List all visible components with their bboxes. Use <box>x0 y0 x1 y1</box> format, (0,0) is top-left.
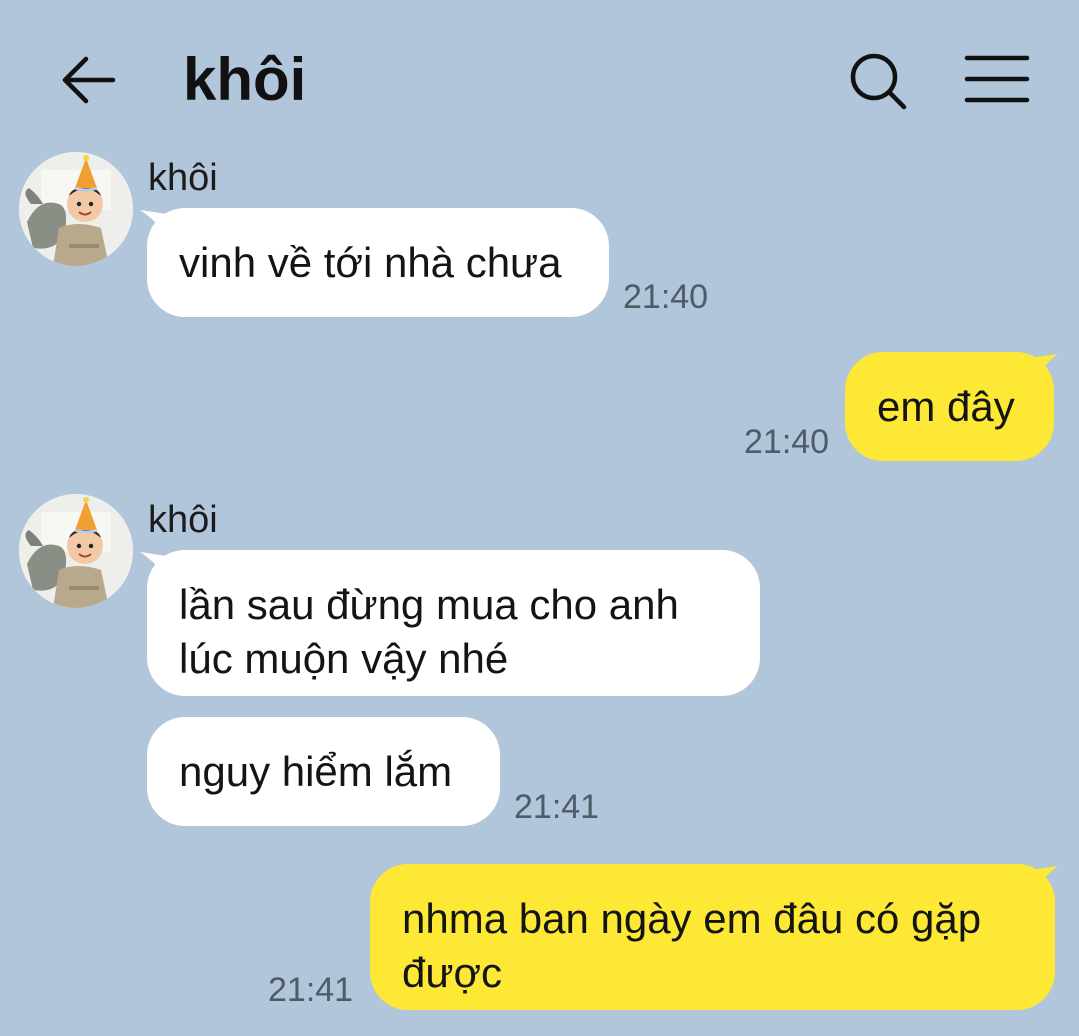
message-text-line: lúc muộn vậy nhé <box>179 635 509 682</box>
message-bubble-outgoing[interactable]: nhma ban ngày em đâu có gặp được <box>370 864 1055 1010</box>
message-timestamp: 21:40 <box>623 278 709 316</box>
avatar-photo-icon <box>19 152 133 266</box>
back-button[interactable] <box>58 50 118 110</box>
message-bubble-incoming[interactable]: nguy hiểm lắm <box>147 717 500 826</box>
message-text: em đây <box>877 383 1015 430</box>
message-timestamp: 21:41 <box>514 788 600 826</box>
back-arrow-icon <box>62 56 116 104</box>
sender-avatar[interactable] <box>19 494 133 608</box>
chat-title: khôi <box>183 46 307 113</box>
sender-name: khôi <box>148 499 218 541</box>
message-text-line: nhma ban ngày em đâu có gặp <box>402 895 982 942</box>
sender-avatar[interactable] <box>19 152 133 266</box>
avatar-photo-icon <box>19 494 133 608</box>
message-bubble-incoming[interactable]: vinh về tới nhà chưa <box>147 208 609 317</box>
message-text: nguy hiểm lắm <box>179 748 453 795</box>
message-text-line: được <box>402 949 503 996</box>
message-text: vinh về tới nhà chưa <box>179 239 562 286</box>
hamburger-menu-icon <box>964 55 1030 103</box>
message-text-line: lần sau đừng mua cho anh <box>179 581 679 628</box>
message-timestamp: 21:41 <box>268 971 354 1009</box>
bubble-tail <box>1030 354 1058 380</box>
search-icon <box>850 53 907 110</box>
message-bubble-outgoing[interactable]: em đây <box>845 352 1054 461</box>
chat-header: khôi <box>0 0 1079 160</box>
message-timestamp: 21:40 <box>744 423 830 461</box>
message-bubble-incoming[interactable]: lần sau đừng mua cho anh lúc muộn vậy nh… <box>147 550 760 696</box>
sender-name: khôi <box>148 157 218 199</box>
bubble-tail <box>1030 866 1058 892</box>
menu-button[interactable] <box>962 52 1032 108</box>
search-button[interactable] <box>846 50 910 114</box>
